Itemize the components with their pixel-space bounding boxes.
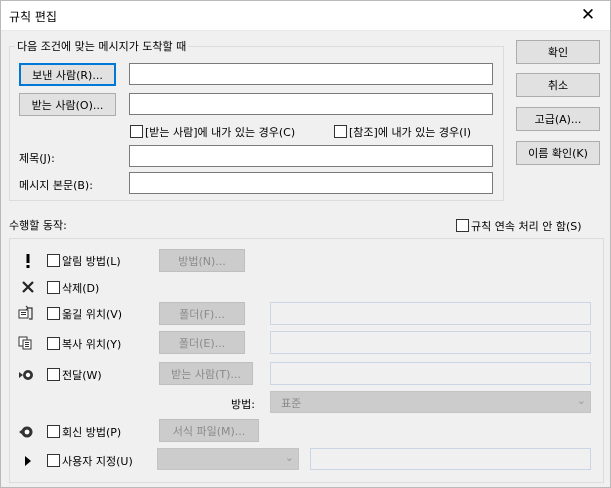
conditions-group-label: 다음 조건에 맞는 메시지가 도착할 때	[15, 38, 189, 54]
close-icon[interactable]: ✕	[578, 5, 598, 25]
subject-label: 제목(J):	[19, 152, 55, 165]
chevron-down-icon: ⌄	[576, 394, 586, 407]
chevron-down-icon: ⌄	[284, 451, 294, 464]
custom-label[interactable]: 사용자 지정(U)	[62, 453, 133, 469]
copy-checkbox[interactable]	[47, 337, 60, 350]
custom-checkbox[interactable]	[47, 454, 60, 467]
to-field[interactable]	[129, 93, 493, 115]
move-to-folder-icon	[18, 305, 33, 320]
cancel-button[interactable]: 취소	[516, 73, 600, 97]
reply-label[interactable]: 회신 방법(P)	[62, 424, 121, 440]
delete-label[interactable]: 삭제(D)	[62, 280, 99, 296]
body-field[interactable]	[129, 172, 493, 194]
body-label: 메시지 본문(B):	[19, 179, 93, 192]
advanced-button[interactable]: 고급(A)...	[516, 107, 600, 131]
custom-field[interactable]	[310, 448, 591, 470]
play-arrow-icon	[25, 456, 31, 466]
method-value: 표준	[281, 397, 302, 410]
copy-folder-button[interactable]: 폴더(E)...	[159, 331, 245, 354]
method-label: 방법:	[231, 398, 255, 411]
to-me-checkbox[interactable]	[130, 125, 143, 138]
forward-to-field[interactable]	[270, 362, 591, 385]
title-bar: 규칙 편집 ✕	[0, 0, 611, 31]
stop-rules-label[interactable]: 규칙 연속 처리 안 함(S)	[471, 218, 582, 234]
window-title: 규칙 편집	[9, 10, 57, 24]
reply-template-button[interactable]: 서식 파일(M)...	[159, 419, 259, 442]
delete-x-icon	[22, 281, 34, 293]
delete-checkbox[interactable]	[47, 281, 60, 294]
ok-button[interactable]: 확인	[516, 40, 600, 64]
from-button[interactable]: 보낸 사람(R)...	[19, 63, 116, 86]
copy-label[interactable]: 복사 위치(Y)	[62, 336, 121, 352]
alert-label[interactable]: 알림 방법(L)	[62, 253, 121, 269]
exclamation-icon	[26, 254, 30, 268]
stop-rules-checkbox[interactable]	[456, 219, 469, 232]
reply-icon	[19, 426, 33, 438]
forward-checkbox[interactable]	[47, 368, 60, 381]
check-names-button[interactable]: 이름 확인(K)	[516, 141, 600, 165]
forward-icon	[19, 370, 33, 380]
method-dropdown[interactable]: 표준 ⌄	[270, 391, 591, 413]
actions-label: 수행할 동작:	[9, 219, 67, 232]
to-button[interactable]: 받는 사람(O)...	[19, 93, 116, 116]
move-folder-field[interactable]	[270, 302, 591, 325]
move-folder-button[interactable]: 폴더(F)...	[159, 302, 245, 325]
copy-to-folder-icon	[18, 336, 32, 350]
from-field[interactable]	[129, 63, 493, 85]
alert-method-button[interactable]: 방법(N)...	[159, 249, 245, 272]
cc-me-label[interactable]: [참조]에 내가 있는 경우(I)	[349, 124, 471, 140]
move-checkbox[interactable]	[47, 307, 60, 320]
reply-checkbox[interactable]	[47, 425, 60, 438]
alert-checkbox[interactable]	[47, 254, 60, 267]
to-me-label[interactable]: [받는 사람]에 내가 있는 경우(C)	[145, 124, 295, 140]
actions-area	[9, 238, 604, 483]
copy-folder-field[interactable]	[270, 331, 591, 354]
forward-label[interactable]: 전달(W)	[62, 367, 102, 383]
custom-dropdown[interactable]: ⌄	[157, 448, 299, 470]
forward-to-button[interactable]: 받는 사람(T)...	[159, 362, 253, 385]
move-label[interactable]: 옮길 위치(V)	[62, 306, 122, 322]
cc-me-checkbox[interactable]	[334, 125, 347, 138]
subject-field[interactable]	[129, 145, 493, 167]
